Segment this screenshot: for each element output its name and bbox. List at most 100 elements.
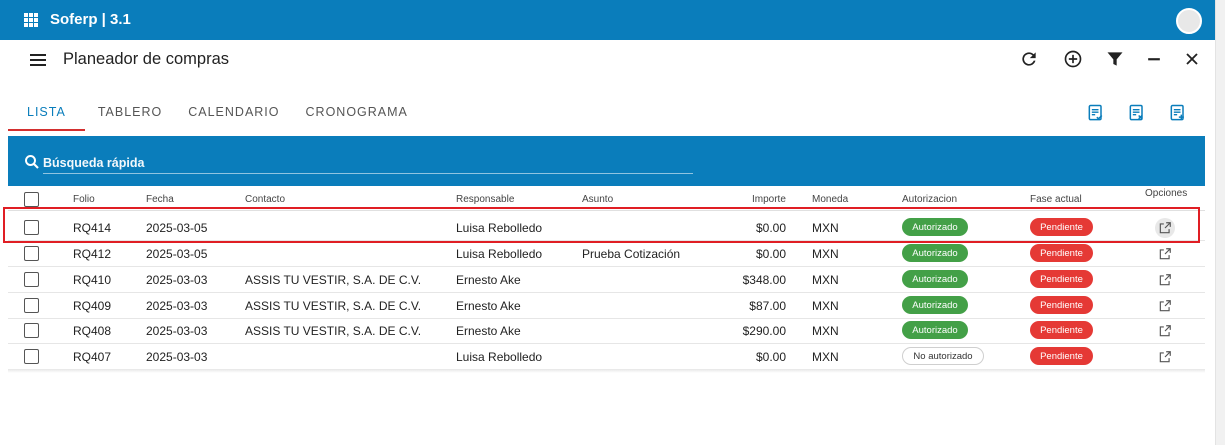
header-autorizacion[interactable]: Autorizacion <box>902 194 957 205</box>
table-row[interactable]: RQ407 2025-03-03 Luisa Rebolledo $0.00 M… <box>8 344 1205 370</box>
cell-contacto: ASSIS TU VESTIR, S.A. DE C.V. <box>245 273 422 287</box>
filter-icon[interactable] <box>1104 48 1126 70</box>
cell-responsable: Luisa Rebolledo <box>456 350 543 364</box>
cell-moneda: MXN <box>812 324 839 338</box>
table-header: Folio Fecha Contacto Responsable Asunto … <box>8 186 1205 211</box>
close-icon[interactable] <box>1181 48 1203 70</box>
cell-responsable: Luisa Rebolledo <box>456 247 543 261</box>
row-checkbox[interactable] <box>24 323 39 338</box>
tab-calendario[interactable]: CALENDARIO <box>175 95 292 131</box>
open-in-new-icon[interactable] <box>1155 296 1175 316</box>
cell-moneda: MXN <box>812 273 839 287</box>
phase-badge: Pendiente <box>1030 296 1093 314</box>
avatar[interactable] <box>1176 8 1202 34</box>
cell-moneda: MXN <box>812 221 839 235</box>
cell-folio: RQ408 <box>73 324 112 338</box>
authorization-badge: Autorizado <box>902 270 968 288</box>
cell-fecha: 2025-03-03 <box>146 273 208 287</box>
cell-fecha: 2025-03-03 <box>146 324 208 338</box>
phase-badge: Pendiente <box>1030 347 1093 365</box>
row-checkbox[interactable] <box>24 220 39 235</box>
phase-badge: Pendiente <box>1030 321 1093 339</box>
authorization-badge: Autorizado <box>902 218 968 236</box>
cell-contacto: ASSIS TU VESTIR, S.A. DE C.V. <box>245 324 422 338</box>
phase-badge: Pendiente <box>1030 218 1093 236</box>
open-in-new-icon[interactable] <box>1155 218 1175 238</box>
cell-fecha: 2025-03-03 <box>146 299 208 313</box>
open-in-new-icon[interactable] <box>1155 321 1175 341</box>
authorization-badge: No autorizado <box>902 347 984 365</box>
cell-moneda: MXN <box>812 247 839 261</box>
open-in-new-icon[interactable] <box>1155 244 1175 264</box>
row-checkbox[interactable] <box>24 246 39 261</box>
cell-folio: RQ412 <box>73 247 112 261</box>
cell-moneda: MXN <box>812 350 839 364</box>
window-scrollbar[interactable] <box>1215 0 1225 445</box>
hamburger-menu-icon[interactable] <box>30 54 46 66</box>
cell-moneda: MXN <box>812 299 839 313</box>
tab-cronograma[interactable]: CRONOGRAMA <box>293 95 421 131</box>
tab-tablero[interactable]: TABLERO <box>85 95 175 131</box>
search-icon <box>23 153 41 171</box>
quick-search-bar <box>8 136 1205 186</box>
document-check-icon[interactable] <box>1086 103 1106 123</box>
phase-badge: Pendiente <box>1030 270 1093 288</box>
minimize-icon[interactable] <box>1143 48 1165 70</box>
header-opciones: Opciones <box>1145 188 1188 199</box>
table-row[interactable]: RQ408 2025-03-03 ASSIS TU VESTIR, S.A. D… <box>8 318 1205 344</box>
cell-folio: RQ407 <box>73 350 112 364</box>
table-row[interactable]: RQ414 2025-03-05 Luisa Rebolledo $0.00 M… <box>8 215 1205 241</box>
quick-search-input[interactable] <box>43 152 693 174</box>
header-contacto[interactable]: Contacto <box>245 194 285 205</box>
open-in-new-icon[interactable] <box>1155 347 1175 367</box>
app-bar: Soferp | 3.1 <box>0 0 1215 40</box>
select-all-checkbox[interactable] <box>24 192 39 207</box>
view-tabs: LISTA TABLERO CALENDARIO CRONOGRAMA <box>8 95 421 131</box>
header-moneda[interactable]: Moneda <box>812 194 848 205</box>
refresh-icon[interactable] <box>1018 48 1040 70</box>
document-add-icon[interactable] <box>1168 103 1188 123</box>
header-importe[interactable]: Importe <box>752 194 786 205</box>
row-checkbox[interactable] <box>24 298 39 313</box>
authorization-badge: Autorizado <box>902 296 968 314</box>
cell-responsable: Ernesto Ake <box>456 324 521 338</box>
cell-importe: $0.00 <box>755 247 786 261</box>
cell-contacto: ASSIS TU VESTIR, S.A. DE C.V. <box>245 299 422 313</box>
cell-responsable: Ernesto Ake <box>456 273 521 287</box>
app-title: Soferp | 3.1 <box>50 11 131 28</box>
row-checkbox[interactable] <box>24 272 39 287</box>
header-responsable[interactable]: Responsable <box>456 194 514 205</box>
document-remove-icon[interactable] <box>1127 103 1147 123</box>
cell-importe: $290.00 <box>742 324 786 338</box>
table-row[interactable]: RQ410 2025-03-03 ASSIS TU VESTIR, S.A. D… <box>8 267 1205 293</box>
cell-fecha: 2025-03-03 <box>146 350 208 364</box>
cell-folio: RQ409 <box>73 299 112 313</box>
phase-badge: Pendiente <box>1030 244 1093 262</box>
cell-folio: RQ410 <box>73 273 112 287</box>
authorization-badge: Autorizado <box>902 321 968 339</box>
header-asunto[interactable]: Asunto <box>582 194 613 205</box>
tab-lista[interactable]: LISTA <box>8 95 85 131</box>
cell-fecha: 2025-03-05 <box>146 221 208 235</box>
header-fase-actual[interactable]: Fase actual <box>1030 194 1082 205</box>
add-circle-icon[interactable] <box>1062 48 1084 70</box>
page-title: Planeador de compras <box>63 50 230 68</box>
cell-importe: $348.00 <box>742 273 786 287</box>
cell-importe: $87.00 <box>749 299 786 313</box>
cell-importe: $0.00 <box>755 221 786 235</box>
cell-responsable: Luisa Rebolledo <box>456 221 543 235</box>
header-fecha[interactable]: Fecha <box>146 194 174 205</box>
cell-asunto: Prueba Cotización <box>582 247 681 261</box>
cell-responsable: Ernesto Ake <box>456 299 521 313</box>
authorization-badge: Autorizado <box>902 244 968 262</box>
table-row[interactable]: RQ412 2025-03-05 Luisa Rebolledo Prueba … <box>8 241 1205 267</box>
table-row[interactable]: RQ409 2025-03-03 ASSIS TU VESTIR, S.A. D… <box>8 293 1205 319</box>
cell-fecha: 2025-03-05 <box>146 247 208 261</box>
cell-folio: RQ414 <box>73 221 112 235</box>
table-bottom-edge <box>8 369 1205 373</box>
row-checkbox[interactable] <box>24 349 39 364</box>
cell-importe: $0.00 <box>755 350 786 364</box>
open-in-new-icon[interactable] <box>1155 270 1175 290</box>
apps-grid-icon[interactable] <box>24 13 38 27</box>
header-folio[interactable]: Folio <box>73 194 95 205</box>
